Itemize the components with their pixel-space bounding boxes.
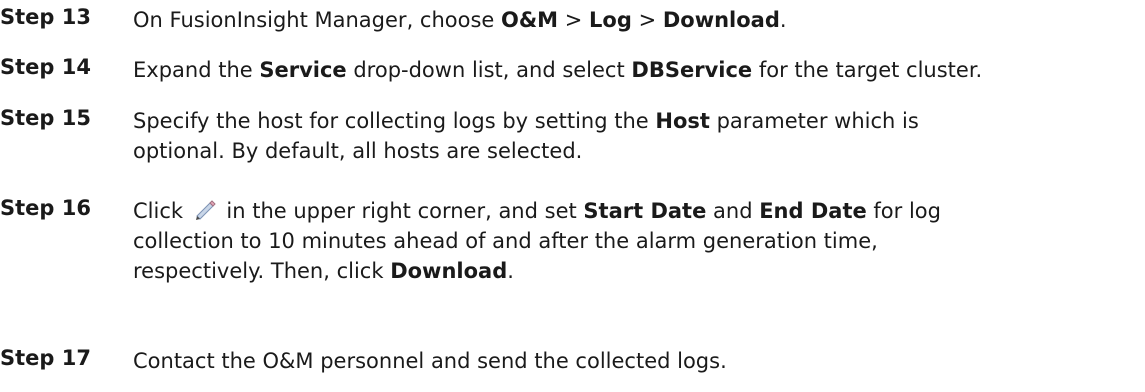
text-line: Specify the host for collecting logs by …: [133, 106, 1145, 136]
text-line: respectively. Then, click Download.: [133, 256, 1145, 286]
text-line: Click in the upper right corner, and set…: [133, 196, 1145, 226]
menu-download: Download: [662, 8, 780, 32]
host-term: Host: [655, 109, 710, 133]
text: for log: [866, 199, 941, 223]
separator: >: [558, 8, 590, 32]
step-17: Step 17 Contact the O&M personnel and se…: [0, 346, 1145, 376]
text: parameter which is: [709, 109, 919, 133]
text-line: On FusionInsight Manager, choose O&M > L…: [133, 5, 1145, 35]
menu-log: Log: [589, 8, 632, 32]
text-line: Contact the O&M personnel and send the c…: [133, 349, 727, 373]
step-text: Click in the upper right corner, and set…: [133, 196, 1145, 286]
step-label: Step 14: [0, 55, 91, 79]
step-13: Step 13 On FusionInsight Manager, choose…: [0, 5, 1145, 35]
text: Click: [133, 199, 190, 223]
text-line: collection to 10 minutes ahead of and af…: [133, 229, 878, 253]
text: drop-down list, and select: [346, 58, 632, 82]
step-label: Step 17: [0, 346, 91, 370]
text-line: optional. By default, all hosts are sele…: [133, 139, 583, 163]
text: Expand the: [133, 58, 260, 82]
service-term: Service: [259, 58, 347, 82]
end-date-term: End Date: [759, 199, 867, 223]
text: Specify the host for collecting logs by …: [133, 109, 656, 133]
step-label: Step 16: [0, 196, 91, 220]
text: .: [507, 259, 514, 283]
step-text: Expand the Service drop-down list, and s…: [133, 55, 1145, 85]
step-label: Step 13: [0, 5, 91, 29]
text: in the upper right corner, and set: [219, 199, 584, 223]
text: for the target cluster.: [752, 58, 983, 82]
step-text: On FusionInsight Manager, choose O&M > L…: [133, 5, 1145, 35]
text: and: [706, 199, 760, 223]
step-14: Step 14 Expand the Service drop-down lis…: [0, 55, 1145, 85]
step-text: Specify the host for collecting logs by …: [133, 106, 1145, 166]
step-label: Step 15: [0, 106, 91, 130]
text: .: [779, 8, 787, 32]
dbservice-term: DBService: [631, 58, 753, 82]
text: respectively. Then, click: [133, 259, 391, 283]
separator: >: [631, 8, 663, 32]
text: On FusionInsight Manager, choose: [133, 8, 502, 32]
menu-om: O&M: [501, 8, 559, 32]
start-date-term: Start Date: [583, 199, 707, 223]
step-15: Step 15 Specify the host for collecting …: [0, 106, 1145, 166]
step-text: Contact the O&M personnel and send the c…: [133, 346, 1145, 376]
pencil-icon: [192, 197, 218, 221]
text-line: Expand the Service drop-down list, and s…: [133, 55, 1145, 85]
download-term: Download: [390, 259, 508, 283]
step-16: Step 16 Click in the upper right corner,…: [0, 196, 1145, 286]
